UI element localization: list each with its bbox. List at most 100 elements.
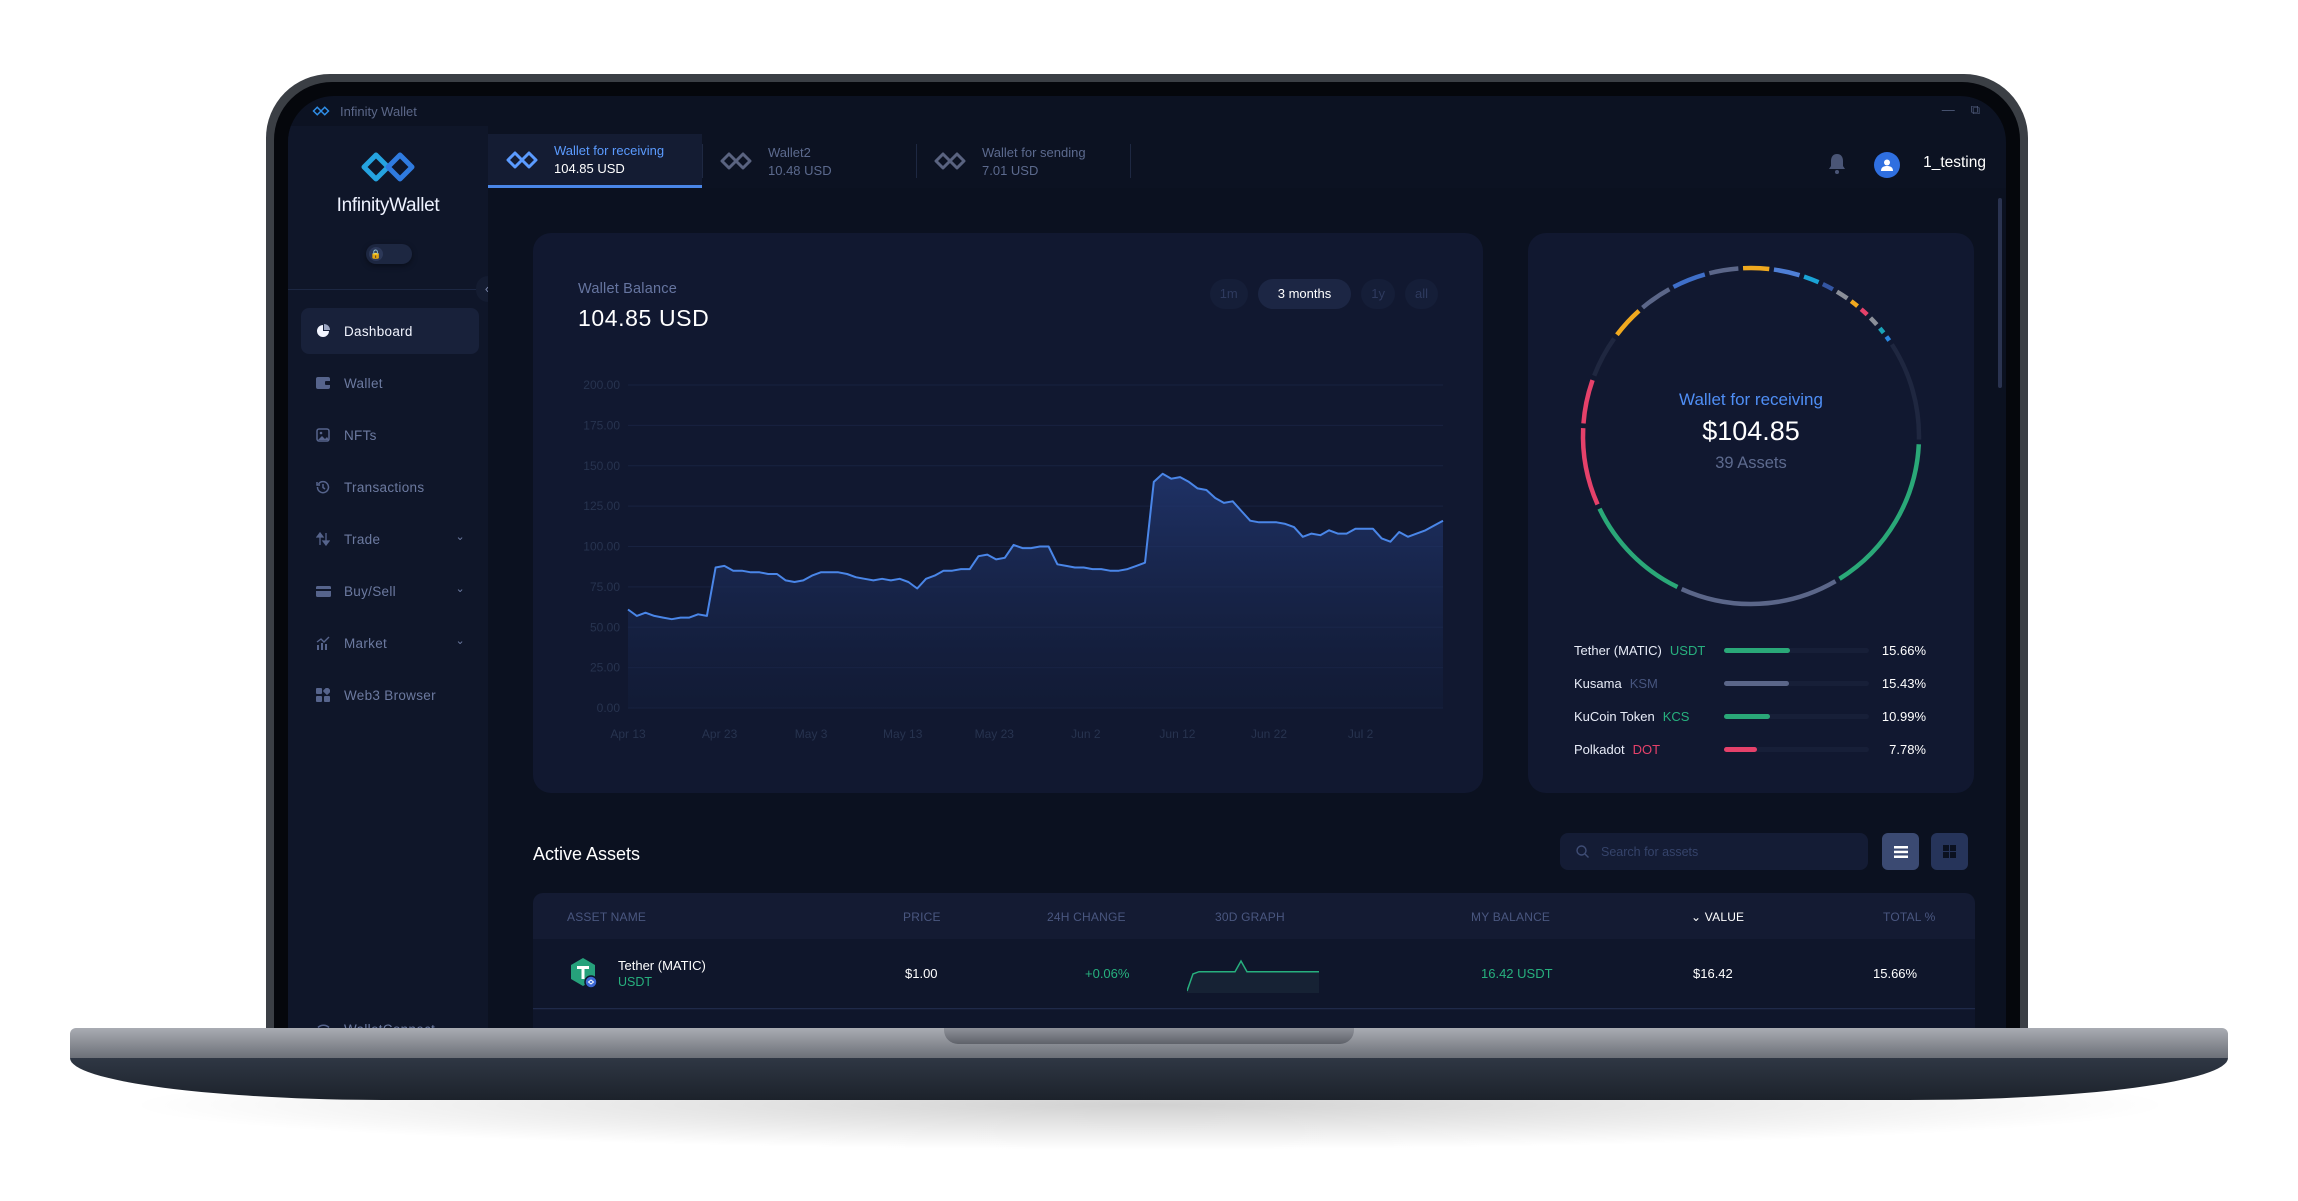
username[interactable]: 1_testing — [1923, 154, 1986, 172]
table-row[interactable]: Tether (MATIC) USDT $1.00 +0.06% 16.42 U… — [533, 939, 1975, 1009]
col-value-label: VALUE — [1704, 910, 1745, 924]
legend-bar-fill — [1724, 714, 1771, 719]
legend-asset-symbol: KSM — [1629, 676, 1658, 691]
sidebar-item-label: Dashboard — [344, 323, 413, 339]
sidebar-item-nfts[interactable]: NFTs — [301, 412, 479, 458]
y-tick-label: 50.00 — [590, 620, 620, 634]
balance-area-chart: 0.00 25.00 50.00 75.00 100.00 125.00 150.00 175… — [583, 378, 1444, 741]
y-tick-label: 200.00 — [583, 378, 620, 392]
lock-toggle[interactable]: 🔒 — [366, 244, 412, 264]
wallet-tab-sending[interactable]: Wallet for sending 7.01 USD — [916, 134, 1130, 188]
laptop-bezel: Infinity Wallet — ⧉ InfinityWallet 🔒 ‹ D… — [266, 74, 2028, 1034]
legend-bar-track — [1724, 681, 1869, 686]
active-assets-title: Active Assets — [533, 844, 641, 864]
sidebar-item-dashboard[interactable]: Dashboard — [301, 308, 479, 354]
wallet-tab-name: Wallet for receiving — [554, 143, 665, 158]
wallet-balance-card: Wallet Balance 104.85 USD 1m 3 months 1y… — [533, 233, 1483, 793]
sidebar-item-label: Buy/Sell — [344, 583, 396, 599]
legend-bar-fill — [1724, 681, 1789, 686]
range-1m-button[interactable]: 1m — [1209, 279, 1248, 309]
legend-asset-name: KuCoin Token — [1574, 709, 1655, 724]
donut-segment — [1742, 265, 1770, 272]
sidebar-item-market[interactable]: Market ⌄ — [301, 620, 479, 666]
sidebar-item-buy-sell[interactable]: Buy/Sell ⌄ — [301, 568, 479, 614]
wallet-tab-wallet2[interactable]: Wallet2 10.48 USD — [702, 134, 916, 188]
bell-icon[interactable] — [1826, 152, 1848, 176]
wallet-tab-value: 104.85 USD — [554, 161, 625, 176]
legend-item[interactable]: Tether (MATIC) USDT 15.66% — [1574, 634, 1926, 667]
donut-segment — [1821, 282, 1834, 292]
donut-segment — [1878, 326, 1886, 335]
asset-name: Tether (MATIC) — [618, 958, 706, 973]
lock-icon: 🔒 — [369, 247, 383, 261]
tab-divider — [1130, 144, 1131, 178]
donut-segment — [1680, 579, 1837, 607]
col-value[interactable]: ⌄ VALUE — [1691, 910, 1744, 924]
range-1y-button[interactable]: 1y — [1361, 279, 1395, 309]
search-icon — [1576, 845, 1589, 858]
laptop-base-bottom — [70, 1058, 2228, 1100]
minimize-icon[interactable]: — — [1942, 102, 1955, 118]
scrollbar[interactable] — [1998, 198, 2002, 388]
donut-segment — [1773, 267, 1801, 278]
col-24h-change[interactable]: 24H CHANGE — [1047, 910, 1126, 924]
window-title: Infinity Wallet — [340, 103, 417, 119]
wallet-tab-value: 7.01 USD — [982, 162, 1039, 178]
search-assets-input[interactable] — [1601, 844, 1851, 859]
apps-grid-icon — [315, 687, 331, 703]
donut-segment — [1884, 335, 1892, 342]
grid-view-icon — [1943, 845, 1956, 858]
col-30d-graph: 30D GRAPH — [1215, 910, 1285, 924]
logo-text: InfinityWallet — [336, 195, 440, 216]
sidebar-item-label: NFTs — [344, 427, 377, 443]
col-total-pct[interactable]: TOTAL % — [1883, 910, 1936, 924]
donut-wallet-name: Wallet for receiving — [1679, 390, 1823, 409]
balance-area — [628, 473, 1443, 708]
x-tick-label: Apr 23 — [702, 727, 738, 741]
wallet-icon — [315, 375, 331, 391]
donut-segment — [1868, 316, 1879, 327]
donut-segment — [1708, 266, 1739, 276]
sidebar-item-wallet[interactable]: Wallet — [301, 360, 479, 406]
legend-item[interactable]: Polkadot DOT 7.78% — [1574, 733, 1926, 766]
asset-24h-change: +0.06% — [1085, 966, 1130, 981]
legend-bar-track — [1724, 714, 1869, 719]
legend-item[interactable]: Kusama KSM 15.43% — [1574, 667, 1926, 700]
x-tick-label: Jun 12 — [1159, 727, 1195, 741]
asset-balance: 16.42 USDT — [1481, 966, 1553, 981]
col-my-balance[interactable]: MY BALANCE — [1471, 910, 1550, 924]
asset-30d-sparkline — [1187, 959, 1319, 993]
restore-icon[interactable]: ⧉ — [1971, 102, 1980, 118]
legend-asset-symbol: DOT — [1632, 742, 1661, 757]
col-price[interactable]: PRICE — [903, 910, 941, 924]
dashboard-content: Wallet Balance 104.85 USD 1m 3 months 1y… — [488, 188, 2006, 1034]
range-all-button[interactable]: all — [1404, 279, 1438, 309]
app-window: Infinity Wallet — ⧉ InfinityWallet 🔒 ‹ D… — [288, 96, 2006, 1034]
wallet-infinity-icon — [506, 151, 538, 168]
wallet-tab-receiving[interactable]: Wallet for receiving 104.85 USD — [488, 134, 702, 188]
legend-bar-fill — [1724, 648, 1790, 653]
sidebar-item-web3-browser[interactable]: Web3 Browser — [301, 672, 479, 718]
user-avatar[interactable] — [1874, 152, 1900, 178]
legend-item[interactable]: KuCoin Token KCS 10.99% — [1574, 700, 1926, 733]
grid-view-button[interactable] — [1931, 833, 1968, 870]
donut-segment — [1849, 299, 1859, 308]
assets-table: ASSET NAME PRICE 24H CHANGE 30D GRAPH MY… — [533, 893, 1975, 1034]
asset-price: $1.00 — [905, 966, 938, 981]
list-view-button[interactable] — [1882, 833, 1919, 870]
history-icon — [315, 479, 331, 495]
donut-segment — [1803, 274, 1820, 285]
credit-card-icon — [315, 583, 331, 599]
legend-asset-name: Tether (MATIC) — [1574, 643, 1662, 658]
sidebar-item-transactions[interactable]: Transactions — [301, 464, 479, 510]
wallet-tab-name: Wallet2 — [768, 144, 811, 160]
sidebar-item-label: Trade — [344, 531, 381, 547]
chevron-down-icon: ⌄ — [455, 635, 465, 647]
wallet-tabs-header: Wallet for receiving 104.85 USD Wallet2 … — [488, 126, 2006, 188]
x-tick-label: Jun 2 — [1071, 727, 1101, 741]
sidebar-item-label: Transactions — [344, 479, 425, 495]
col-asset-name[interactable]: ASSET NAME — [567, 910, 646, 924]
sidebar-item-trade[interactable]: Trade ⌄ — [301, 516, 479, 562]
y-tick-label: 125.00 — [583, 499, 620, 513]
range-3-months-button[interactable]: 3 months — [1257, 279, 1352, 309]
